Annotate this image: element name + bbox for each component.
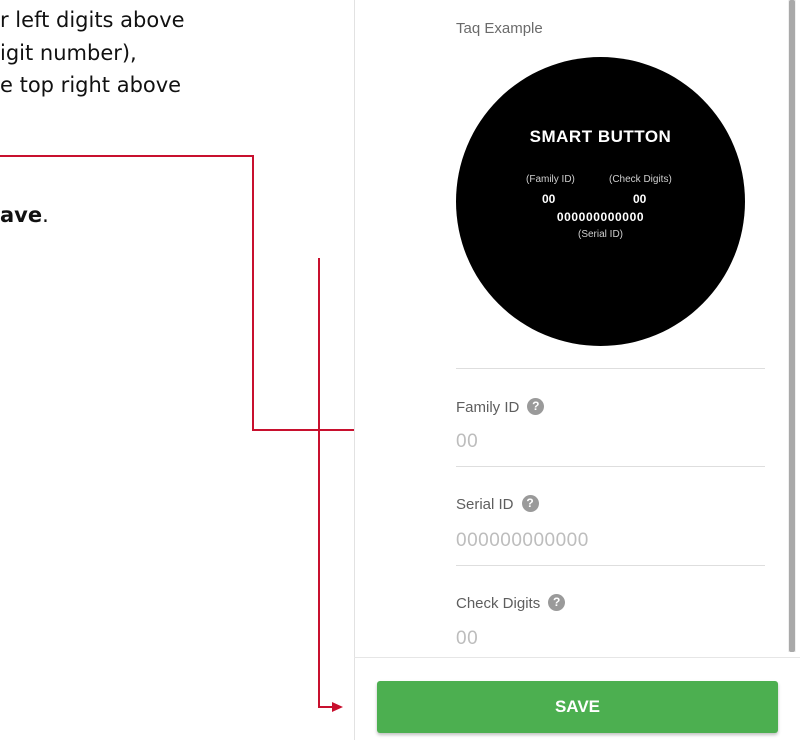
smart-button-tag-preview: SMART BUTTON (Family ID) (Check Digits) … <box>456 57 745 346</box>
tag-family-id-label: (Family ID) <box>526 174 575 185</box>
help-icon[interactable]: ? <box>521 495 539 512</box>
instruction-line-2: igit number), <box>0 41 137 65</box>
serial-id-label-text: Serial ID <box>456 496 514 513</box>
tag-example-label: Taq Example <box>456 20 543 37</box>
tag-check-digits-value: 00 <box>633 192 647 206</box>
family-id-label: Family ID? <box>456 398 545 416</box>
serial-id-label: Serial ID? <box>456 495 539 513</box>
family-id-input[interactable] <box>456 431 765 453</box>
serial-id-input[interactable] <box>456 530 765 552</box>
check-digits-label-text: Check Digits <box>456 595 541 612</box>
save-button[interactable]: SAVE <box>377 681 778 733</box>
divider <box>456 368 765 369</box>
tag-title: SMART BUTTON <box>529 127 672 146</box>
instruction-line-3: e top right above <box>0 73 182 97</box>
instruction-line-1: r left digits above <box>0 8 185 32</box>
tag-serial-id-value: 000000000000 <box>556 210 645 224</box>
family-id-label-text: Family ID <box>456 399 520 416</box>
tag-family-id-value: 00 <box>542 192 556 206</box>
callout-line-save <box>318 258 333 708</box>
instruction-line-4: ave. <box>0 203 49 227</box>
help-icon[interactable]: ? <box>527 398 545 415</box>
serial-id-underline <box>456 565 765 566</box>
instruction-period: . <box>42 203 49 227</box>
instruction-save-keyword: ave <box>0 203 43 227</box>
scrollbar-thumb[interactable] <box>789 0 795 652</box>
tag-check-digits-label: (Check Digits) <box>609 174 672 185</box>
tag-serial-id-label: (Serial ID) <box>577 229 623 240</box>
callout-arrowhead-save <box>332 702 343 712</box>
check-digits-input[interactable] <box>456 628 765 650</box>
footer-divider <box>354 657 800 658</box>
family-id-underline <box>456 466 765 467</box>
check-digits-label: Check Digits? <box>456 594 566 612</box>
help-icon[interactable]: ? <box>548 594 566 611</box>
